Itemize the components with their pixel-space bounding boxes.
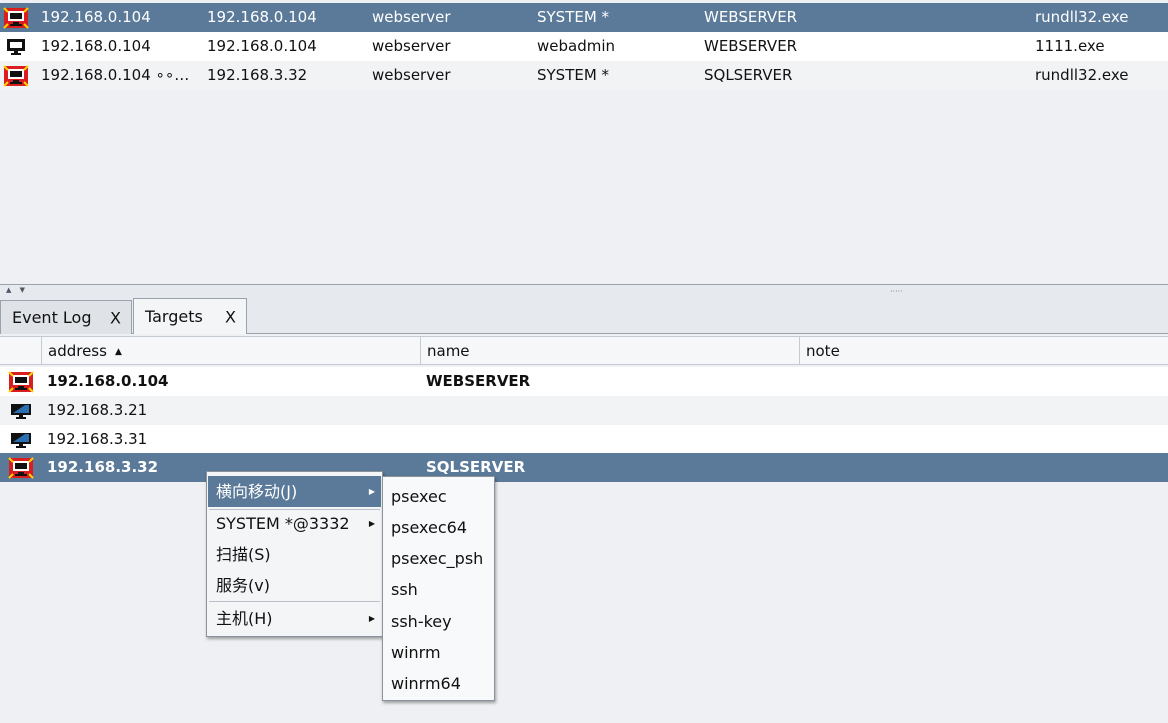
menu-separator [209, 601, 380, 602]
session-listener: webserver [372, 66, 451, 84]
submenu-item-psexec64[interactable]: psexec64 [384, 512, 494, 543]
submenu-item-ssh[interactable]: ssh [384, 574, 494, 605]
table-row[interactable]: 192.168.3.21 [0, 396, 1168, 425]
table-row[interactable]: 192.168.3.31 [0, 425, 1168, 454]
session-row[interactable]: 192.168.0.104 192.168.0.104 webserver we… [0, 32, 1168, 61]
drag-grip-icon[interactable]: ····· [890, 287, 903, 296]
session-computer: SQLSERVER [704, 66, 793, 84]
address-column-header[interactable]: address ▲ [41, 337, 420, 365]
menu-item-label: 横向移动(J) [216, 482, 298, 501]
menu-item-session-user[interactable]: SYSTEM *@3332 ▶ [208, 508, 381, 539]
menu-item-host[interactable]: 主机(H) ▶ [208, 603, 381, 634]
note-column-header[interactable]: note [799, 337, 1168, 365]
session-user: SYSTEM * [537, 8, 610, 26]
target-address: 192.168.0.104 [47, 372, 169, 390]
session-user: webadmin [537, 37, 616, 55]
target-address: 192.168.3.21 [47, 401, 148, 419]
target-name [426, 396, 786, 425]
close-tab-button[interactable]: X [110, 308, 121, 327]
target-note [805, 396, 1165, 425]
monitor-icon [6, 396, 36, 425]
submenu-item-ssh-key[interactable]: ssh-key [384, 606, 494, 637]
context-menu: 横向移动(J) ▶ SYSTEM *@3332 ▶ 扫描(S) 服务(v) 主机… [206, 471, 383, 637]
tab-targets[interactable]: Targets X [133, 298, 247, 334]
tab-label: Event Log [12, 308, 92, 327]
red-target-monitor-icon [6, 367, 36, 396]
session-internal-ip: 192.168.0.104 [207, 37, 317, 55]
sessions-table: 192.168.0.104 192.168.0.104 webserver SY… [0, 0, 1168, 284]
session-external-ip: 192.168.0.104 ∘∘… [41, 66, 190, 84]
monitor-icon [2, 32, 30, 61]
lateral-movement-submenu: psexec psexec64 psexec_psh ssh ssh-key w… [382, 476, 495, 701]
submenu-arrow-icon: ▶ [368, 487, 375, 496]
table-row[interactable]: 192.168.0.104 WEBSERVER [0, 367, 1168, 396]
session-process: 1111.exe [1035, 37, 1105, 55]
session-listener: webserver [372, 37, 451, 55]
submenu-item-psexec[interactable]: psexec [384, 481, 494, 512]
session-user: SYSTEM * [537, 66, 610, 84]
target-name [426, 425, 786, 454]
submenu-arrow-icon: ▶ [368, 614, 375, 623]
submenu-item-winrm64[interactable]: winrm64 [384, 668, 494, 699]
session-row[interactable]: 192.168.0.104 ∘∘… 192.168.3.32 webserver… [0, 61, 1168, 90]
session-internal-ip: 192.168.0.104 [207, 8, 317, 26]
column-label: note [806, 342, 840, 360]
name-column-header[interactable]: name [420, 337, 799, 365]
session-computer: WEBSERVER [704, 37, 798, 55]
session-listener: webserver [372, 8, 451, 26]
red-target-monitor-icon [2, 61, 30, 90]
collapse-arrows-icon[interactable]: ▲ ▼ [6, 286, 28, 294]
session-external-ip: 192.168.0.104 [41, 8, 151, 26]
submenu-item-winrm[interactable]: winrm [384, 637, 494, 668]
menu-item-label: SYSTEM *@3332 [216, 514, 350, 533]
session-process: rundll32.exe [1035, 66, 1129, 84]
menu-item-lateral-movement[interactable]: 横向移动(J) ▶ [208, 476, 381, 507]
session-internal-ip: 192.168.3.32 [207, 66, 308, 84]
monitor-icon [6, 425, 36, 454]
icon-column-header[interactable] [0, 337, 41, 365]
targets-table: address ▲ name note 192.168.0.104 WEBSERV… [0, 334, 1168, 723]
submenu-arrow-icon: ▶ [368, 519, 375, 528]
target-note [805, 453, 1165, 482]
session-row[interactable]: 192.168.0.104 192.168.0.104 webserver SY… [0, 3, 1168, 32]
tab-event-log[interactable]: Event Log X [0, 300, 132, 334]
column-label: address [48, 342, 107, 360]
session-external-ip: 192.168.0.104 [41, 37, 151, 55]
target-address: 192.168.3.31 [47, 430, 148, 448]
tab-bar: Event Log X Targets X [0, 296, 1168, 334]
table-row-selected[interactable]: 192.168.3.32 SQLSERVER [0, 453, 1168, 482]
red-target-monitor-icon [6, 453, 36, 482]
submenu-item-psexec-psh[interactable]: psexec_psh [384, 543, 494, 574]
sort-ascending-icon: ▲ [114, 347, 122, 357]
menu-item-label: 服务(v) [216, 576, 270, 595]
close-tab-button[interactable]: X [225, 307, 236, 326]
target-name: WEBSERVER [426, 372, 531, 390]
table-header: address ▲ name note [0, 336, 1168, 365]
split-pane-divider[interactable]: ▲ ▼ ····· [0, 284, 1168, 296]
session-process: rundll32.exe [1035, 8, 1129, 26]
target-note [805, 425, 1165, 454]
menu-item-scan[interactable]: 扫描(S) [208, 539, 381, 570]
column-label: name [427, 342, 470, 360]
menu-item-label: 扫描(S) [216, 545, 271, 564]
menu-item-services[interactable]: 服务(v) [208, 570, 381, 601]
menu-item-label: 主机(H) [216, 609, 273, 628]
tab-label: Targets [145, 307, 203, 326]
session-computer: WEBSERVER [704, 8, 798, 26]
red-target-monitor-icon [2, 3, 30, 32]
target-note [805, 367, 1165, 396]
